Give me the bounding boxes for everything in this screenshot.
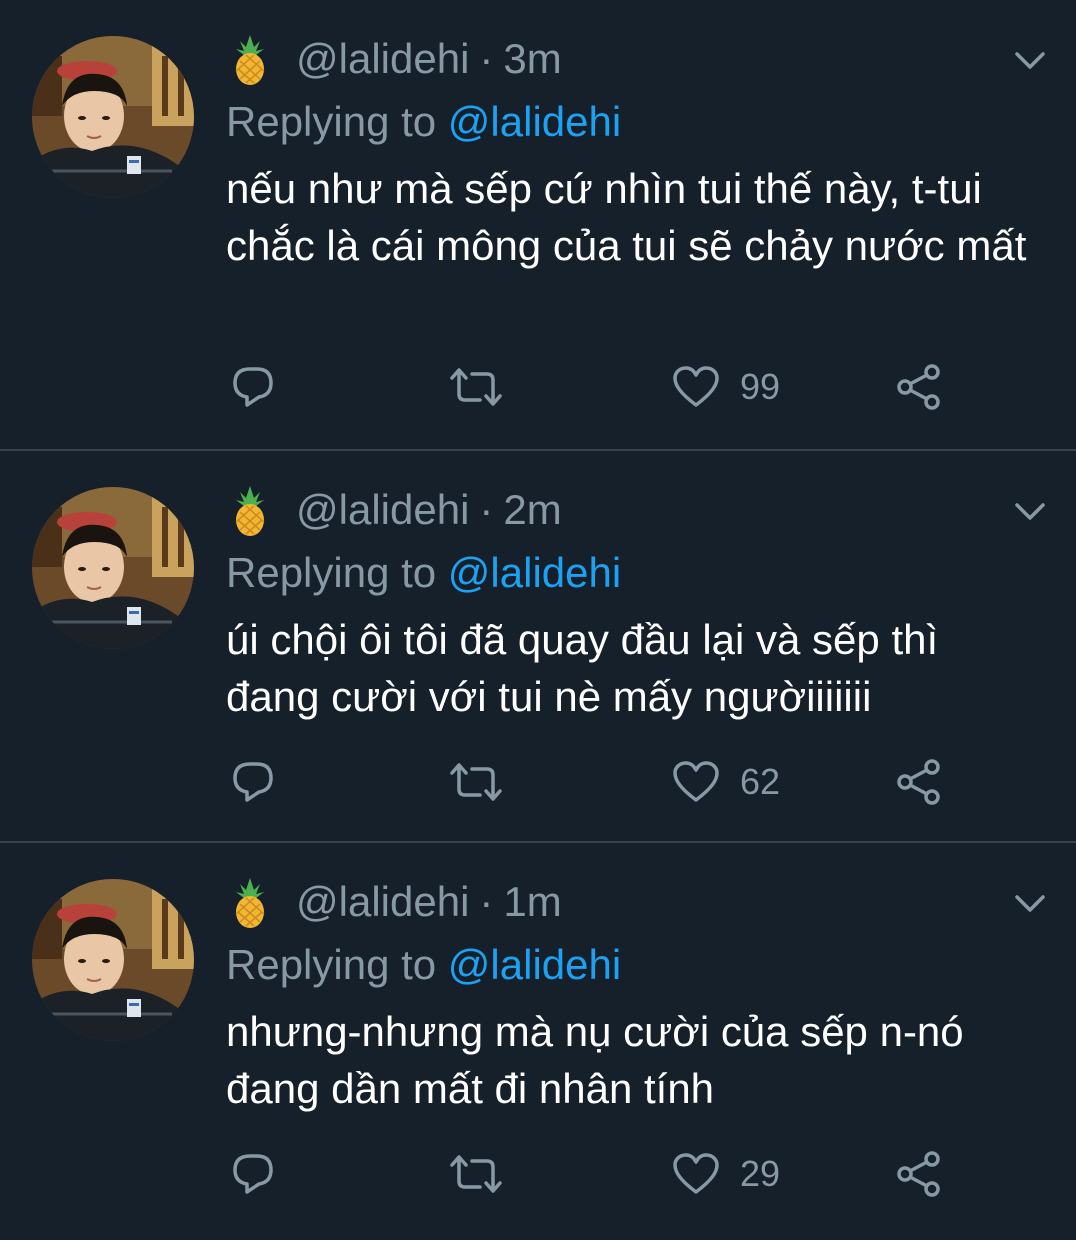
- like-button[interactable]: 99: [672, 362, 780, 412]
- retweet-button[interactable]: [448, 1149, 504, 1199]
- heart-icon: [673, 366, 719, 407]
- username[interactable]: @lalidehi: [296, 35, 469, 83]
- heart-icon: [673, 1153, 719, 1194]
- timeline: @lalidehi · 3m Replying to @lalidehi nếu…: [0, 0, 1076, 1240]
- tweet[interactable]: @lalidehi · 3m Replying to @lalidehi nếu…: [0, 0, 1076, 451]
- chevron-down-icon[interactable]: [1014, 50, 1046, 72]
- reply-context: Replying to @lalidehi: [226, 96, 1036, 148]
- share-button[interactable]: [894, 362, 944, 412]
- avatar[interactable]: [32, 879, 194, 1041]
- tweet[interactable]: @lalidehi · 2m Replying to @lalidehi úi …: [0, 451, 1076, 843]
- replying-handle-link[interactable]: @lalidehi: [448, 941, 621, 988]
- reply-context: Replying to @lalidehi: [226, 939, 1036, 991]
- replying-label: Replying to: [226, 98, 437, 145]
- replying-label: Replying to: [226, 549, 437, 596]
- share-icon: [897, 1151, 940, 1197]
- retweet-icon: [450, 368, 502, 406]
- replying-handle-link[interactable]: @lalidehi: [448, 98, 621, 145]
- avatar[interactable]: [32, 487, 194, 649]
- share-button[interactable]: [894, 757, 944, 807]
- share-button[interactable]: [894, 1149, 944, 1199]
- reply-button[interactable]: [230, 362, 276, 412]
- reply-icon: [233, 367, 273, 407]
- tweet-actions: 29: [226, 1149, 946, 1199]
- separator-dot: ·: [479, 878, 494, 925]
- avatar[interactable]: [32, 36, 194, 198]
- username[interactable]: @lalidehi: [296, 878, 469, 926]
- like-count: 99: [740, 366, 781, 407]
- like-button[interactable]: 29: [672, 1149, 780, 1199]
- timestamp[interactable]: 2m: [503, 486, 561, 534]
- retweet-button[interactable]: [448, 757, 504, 807]
- tweet-content: @lalidehi · 1m Replying to @lalidehi như…: [226, 873, 1036, 1117]
- retweet-icon: [450, 763, 502, 801]
- timestamp[interactable]: 3m: [503, 35, 561, 83]
- reply-button[interactable]: [230, 757, 276, 807]
- tweet-header: @lalidehi · 3m: [226, 30, 1036, 88]
- tweet-actions: 62: [226, 757, 946, 807]
- pineapple-icon: [235, 486, 265, 536]
- like-count: 62: [740, 761, 781, 802]
- reply-button[interactable]: [230, 1149, 276, 1199]
- timestamp[interactable]: 1m: [503, 878, 561, 926]
- share-icon: [897, 759, 940, 805]
- separator-dot: ·: [479, 35, 494, 82]
- tweet-content: @lalidehi · 2m Replying to @lalidehi úi …: [226, 481, 1036, 725]
- reply-icon: [233, 762, 273, 802]
- tweet-text: nếu như mà sếp cứ nhìn tui thế này, t-tu…: [226, 165, 1027, 269]
- chevron-down-icon[interactable]: [1014, 501, 1046, 523]
- chevron-down-icon[interactable]: [1014, 893, 1046, 915]
- username[interactable]: @lalidehi: [296, 486, 469, 534]
- retweet-icon: [450, 1155, 502, 1193]
- tweet-header: @lalidehi · 2m: [226, 481, 1036, 539]
- replying-handle-link[interactable]: @lalidehi: [448, 549, 621, 596]
- heart-icon: [673, 761, 719, 802]
- tweet-text: nhưng-nhưng mà nụ cười của sếp n-nó đang…: [226, 1008, 964, 1112]
- retweet-button[interactable]: [448, 362, 504, 412]
- reply-context: Replying to @lalidehi: [226, 547, 1036, 599]
- like-button[interactable]: 62: [672, 757, 780, 807]
- tweet-text: úi chội ôi tôi đã quay đầu lại và sếp th…: [226, 616, 939, 720]
- tweet-content: @lalidehi · 3m Replying to @lalidehi nếu…: [226, 30, 1036, 274]
- replying-label: Replying to: [226, 941, 437, 988]
- tweet[interactable]: @lalidehi · 1m Replying to @lalidehi như…: [0, 843, 1076, 1235]
- share-icon: [897, 364, 940, 410]
- separator-dot: ·: [479, 486, 494, 533]
- tweet-header: @lalidehi · 1m: [226, 873, 1036, 931]
- tweet-actions: 99: [226, 362, 946, 412]
- like-count: 29: [740, 1153, 781, 1194]
- reply-icon: [233, 1154, 273, 1194]
- pineapple-icon: [235, 878, 265, 928]
- pineapple-icon: [235, 35, 265, 85]
